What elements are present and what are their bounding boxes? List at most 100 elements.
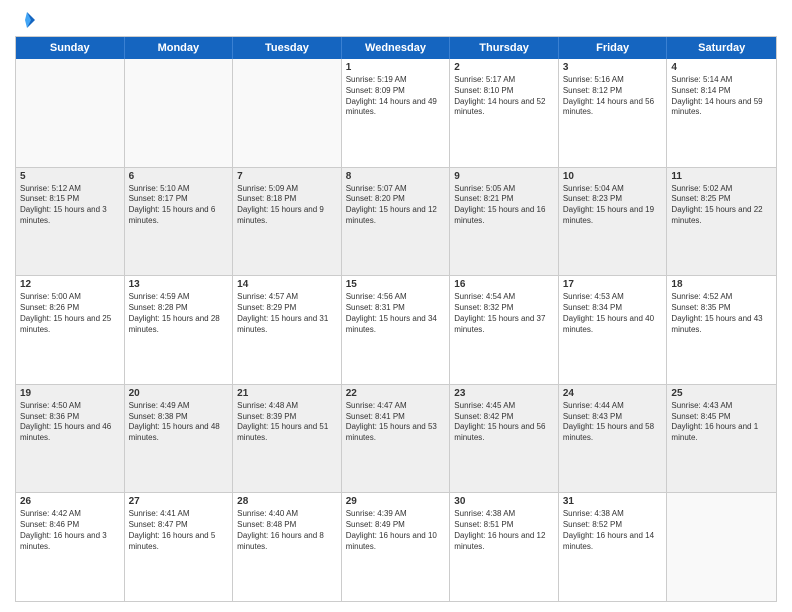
day-info: Sunrise: 4:43 AMSunset: 8:45 PMDaylight:… — [671, 401, 772, 444]
day-number: 4 — [671, 62, 772, 73]
empty-cell — [667, 493, 776, 601]
day-cell-21: 21 Sunrise: 4:48 AMSunset: 8:39 PMDayligh… — [233, 385, 342, 493]
day-info: Sunrise: 4:54 AMSunset: 8:32 PMDaylight:… — [454, 292, 554, 335]
day-cell-25: 25 Sunrise: 4:43 AMSunset: 8:45 PMDayligh… — [667, 385, 776, 493]
day-cell-31: 31 Sunrise: 4:38 AMSunset: 8:52 PMDayligh… — [559, 493, 668, 601]
day-info: Sunrise: 4:38 AMSunset: 8:52 PMDaylight:… — [563, 509, 663, 552]
day-cell-2: 2Sunrise: 5:17 AMSunset: 8:10 PMDaylight… — [450, 59, 559, 167]
day-cell-19: 19 Sunrise: 4:50 AMSunset: 8:36 PMDayligh… — [16, 385, 125, 493]
day-number: 19 — [20, 388, 120, 399]
logo — [15, 10, 37, 30]
day-cell-28: 28 Sunrise: 4:40 AMSunset: 8:48 PMDayligh… — [233, 493, 342, 601]
day-info: Sunrise: 4:42 AMSunset: 8:46 PMDaylight:… — [20, 509, 120, 552]
day-number: 7 — [237, 171, 337, 182]
day-cell-24: 24Sunrise: 4:44 AMSunset: 8:43 PMDayligh… — [559, 385, 668, 493]
day-number: 8 — [346, 171, 446, 182]
weekday-header-saturday: Saturday — [667, 37, 776, 59]
weekday-header-wednesday: Wednesday — [342, 37, 451, 59]
day-info: Sunrise: 4:57 AMSunset: 8:29 PMDaylight:… — [237, 292, 337, 335]
day-cell-5: 5Sunrise: 5:12 AMSunset: 8:15 PMDaylight… — [16, 168, 125, 276]
day-number: 31 — [563, 496, 663, 507]
empty-cell — [233, 59, 342, 167]
day-cell-6: 6Sunrise: 5:10 AMSunset: 8:17 PMDaylight… — [125, 168, 234, 276]
day-cell-23: 23Sunrise: 4:45 AMSunset: 8:42 PMDayligh… — [450, 385, 559, 493]
calendar-header: SundayMondayTuesdayWednesdayThursdayFrid… — [16, 37, 776, 59]
day-info: Sunrise: 5:00 AMSunset: 8:26 PMDaylight:… — [20, 292, 120, 335]
day-number: 11 — [671, 171, 772, 182]
day-number: 22 — [346, 388, 446, 399]
day-number: 5 — [20, 171, 120, 182]
day-number: 9 — [454, 171, 554, 182]
calendar-week-5: 26 Sunrise: 4:42 AMSunset: 8:46 PMDayligh… — [16, 493, 776, 601]
day-cell-11: 11 Sunrise: 5:02 AMSunset: 8:25 PMDayligh… — [667, 168, 776, 276]
day-info: Sunrise: 4:52 AMSunset: 8:35 PMDaylight:… — [671, 292, 772, 335]
day-cell-22: 22 Sunrise: 4:47 AMSunset: 8:41 PMDayligh… — [342, 385, 451, 493]
day-info: Sunrise: 5:16 AMSunset: 8:12 PMDaylight:… — [563, 75, 663, 118]
day-info: Sunrise: 4:40 AMSunset: 8:48 PMDaylight:… — [237, 509, 337, 552]
day-cell-1: 1Sunrise: 5:19 AMSunset: 8:09 PMDaylight… — [342, 59, 451, 167]
day-number: 3 — [563, 62, 663, 73]
day-number: 1 — [346, 62, 446, 73]
day-number: 23 — [454, 388, 554, 399]
day-cell-3: 3 Sunrise: 5:16 AMSunset: 8:12 PMDaylight… — [559, 59, 668, 167]
weekday-header-sunday: Sunday — [16, 37, 125, 59]
day-info: Sunrise: 4:49 AMSunset: 8:38 PMDaylight:… — [129, 401, 229, 444]
day-number: 14 — [237, 279, 337, 290]
day-number: 20 — [129, 388, 229, 399]
day-number: 2 — [454, 62, 554, 73]
day-number: 25 — [671, 388, 772, 399]
day-info: Sunrise: 5:07 AMSunset: 8:20 PMDaylight:… — [346, 184, 446, 227]
day-cell-12: 12Sunrise: 5:00 AMSunset: 8:26 PMDayligh… — [16, 276, 125, 384]
day-number: 18 — [671, 279, 772, 290]
day-info: Sunrise: 4:47 AMSunset: 8:41 PMDaylight:… — [346, 401, 446, 444]
day-cell-30: 30 Sunrise: 4:38 AMSunset: 8:51 PMDayligh… — [450, 493, 559, 601]
day-info: Sunrise: 5:05 AMSunset: 8:21 PMDaylight:… — [454, 184, 554, 227]
day-number: 29 — [346, 496, 446, 507]
day-info: Sunrise: 5:02 AMSunset: 8:25 PMDaylight:… — [671, 184, 772, 227]
day-cell-26: 26 Sunrise: 4:42 AMSunset: 8:46 PMDayligh… — [16, 493, 125, 601]
empty-cell — [125, 59, 234, 167]
day-number: 21 — [237, 388, 337, 399]
calendar-week-2: 5Sunrise: 5:12 AMSunset: 8:15 PMDaylight… — [16, 168, 776, 277]
day-cell-7: 7 Sunrise: 5:09 AMSunset: 8:18 PMDaylight… — [233, 168, 342, 276]
day-number: 13 — [129, 279, 229, 290]
day-number: 15 — [346, 279, 446, 290]
day-info: Sunrise: 4:41 AMSunset: 8:47 PMDaylight:… — [129, 509, 229, 552]
day-info: Sunrise: 4:53 AMSunset: 8:34 PMDaylight:… — [563, 292, 663, 335]
day-cell-29: 29 Sunrise: 4:39 AMSunset: 8:49 PMDayligh… — [342, 493, 451, 601]
day-cell-27: 27Sunrise: 4:41 AMSunset: 8:47 PMDayligh… — [125, 493, 234, 601]
day-info: Sunrise: 4:38 AMSunset: 8:51 PMDaylight:… — [454, 509, 554, 552]
day-info: Sunrise: 4:44 AMSunset: 8:43 PMDaylight:… — [563, 401, 663, 444]
day-info: Sunrise: 5:04 AMSunset: 8:23 PMDaylight:… — [563, 184, 663, 227]
day-cell-10: 10 Sunrise: 5:04 AMSunset: 8:23 PMDayligh… — [559, 168, 668, 276]
empty-cell — [16, 59, 125, 167]
day-info: Sunrise: 4:50 AMSunset: 8:36 PMDaylight:… — [20, 401, 120, 444]
day-cell-14: 14 Sunrise: 4:57 AMSunset: 8:29 PMDayligh… — [233, 276, 342, 384]
day-info: Sunrise: 5:14 AMSunset: 8:14 PMDaylight:… — [671, 75, 772, 118]
day-number: 28 — [237, 496, 337, 507]
day-info: Sunrise: 4:39 AMSunset: 8:49 PMDaylight:… — [346, 509, 446, 552]
weekday-header-thursday: Thursday — [450, 37, 559, 59]
day-info: Sunrise: 5:09 AMSunset: 8:18 PMDaylight:… — [237, 184, 337, 227]
day-cell-20: 20 Sunrise: 4:49 AMSunset: 8:38 PMDayligh… — [125, 385, 234, 493]
header — [15, 10, 777, 30]
day-number: 16 — [454, 279, 554, 290]
day-cell-18: 18 Sunrise: 4:52 AMSunset: 8:35 PMDayligh… — [667, 276, 776, 384]
weekday-header-friday: Friday — [559, 37, 668, 59]
page: SundayMondayTuesdayWednesdayThursdayFrid… — [0, 0, 792, 612]
day-cell-13: 13 Sunrise: 4:59 AMSunset: 8:28 PMDayligh… — [125, 276, 234, 384]
calendar-week-4: 19 Sunrise: 4:50 AMSunset: 8:36 PMDayligh… — [16, 385, 776, 494]
weekday-header-tuesday: Tuesday — [233, 37, 342, 59]
day-info: Sunrise: 4:48 AMSunset: 8:39 PMDaylight:… — [237, 401, 337, 444]
day-cell-15: 15 Sunrise: 4:56 AMSunset: 8:31 PMDayligh… — [342, 276, 451, 384]
day-info: Sunrise: 4:56 AMSunset: 8:31 PMDaylight:… — [346, 292, 446, 335]
day-number: 17 — [563, 279, 663, 290]
day-info: Sunrise: 5:10 AMSunset: 8:17 PMDaylight:… — [129, 184, 229, 227]
calendar: SundayMondayTuesdayWednesdayThursdayFrid… — [15, 36, 777, 602]
day-number: 30 — [454, 496, 554, 507]
day-info: Sunrise: 4:59 AMSunset: 8:28 PMDaylight:… — [129, 292, 229, 335]
day-number: 26 — [20, 496, 120, 507]
day-cell-9: 9 Sunrise: 5:05 AMSunset: 8:21 PMDaylight… — [450, 168, 559, 276]
day-number: 10 — [563, 171, 663, 182]
logo-icon — [17, 10, 37, 30]
